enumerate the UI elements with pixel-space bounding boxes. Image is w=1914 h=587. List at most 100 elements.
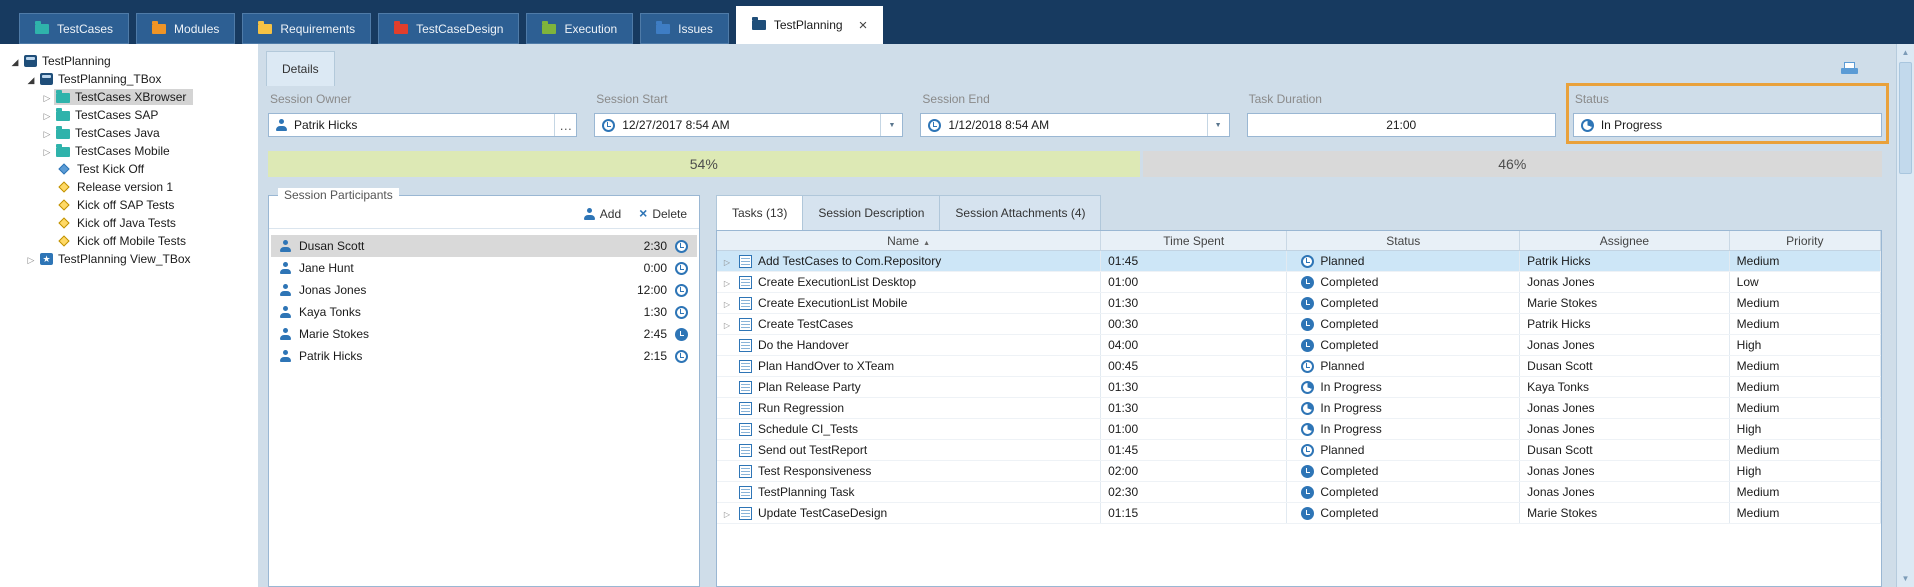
tree-expander-icon[interactable] [40,106,54,125]
add-participant-button[interactable]: Add [584,207,621,221]
session-start-dropdown-icon[interactable] [880,114,902,136]
task-row[interactable]: Create TestCases 00:30 Completed Patrik … [717,314,1881,335]
main-tab[interactable]: Modules [136,13,235,44]
tree-item[interactable]: TestPlanning [0,52,258,70]
tree-item[interactable]: TestCases Java [0,124,258,142]
delete-x-icon [639,207,647,221]
tree-item[interactable]: TestPlanning_TBox [0,70,258,88]
scrollbar-thumb[interactable] [1899,62,1912,174]
column-header-priority[interactable]: Priority [1730,231,1881,250]
participant-timer-icon [675,240,688,253]
scroll-up-icon[interactable] [1897,44,1914,61]
row-expander-icon[interactable] [721,296,733,310]
task-row[interactable]: Create ExecutionList Desktop 01:00 Compl… [717,272,1881,293]
column-header-assignee[interactable]: Assignee [1520,231,1730,250]
tree-node[interactable]: Kick off Mobile Tests [54,233,193,249]
tree-expander-icon[interactable] [40,124,54,143]
task-row[interactable]: Add TestCases to Com.Repository 01:45 Pl… [717,251,1881,272]
tree-item[interactable]: Test Kick Off [0,160,258,178]
task-row[interactable]: TestPlanning Task 02:30 Completed Jonas … [717,482,1881,503]
row-expander-icon[interactable] [721,275,733,289]
participant-row[interactable]: Kaya Tonks 1:30 [271,301,697,323]
vertical-scrollbar[interactable] [1896,44,1914,587]
tree-expander-icon[interactable] [8,52,22,71]
scroll-down-icon[interactable] [1897,570,1914,587]
tree-item[interactable]: Kick off Mobile Tests [0,232,258,250]
session-end-input[interactable]: 1/12/2018 8:54 AM [920,113,1229,137]
participant-row[interactable]: Dusan Scott 2:30 [271,235,697,257]
tasks-tab[interactable]: Session Description [803,195,940,231]
main-tab[interactable]: TestCaseDesign [378,13,519,44]
tree-node[interactable]: Kick off SAP Tests [54,197,181,213]
task-row[interactable]: Do the Handover 04:00 Completed Jonas Jo… [717,335,1881,356]
tree-expander-icon[interactable] [40,142,54,161]
status-icon [1301,255,1314,268]
main-tab[interactable]: Issues [640,13,729,44]
tree-item[interactable]: Kick off SAP Tests [0,196,258,214]
task-row[interactable]: Run Regression 01:30 In Progress Jonas J… [717,398,1881,419]
session-owner-input[interactable]: Patrik Hicks [268,113,577,137]
column-header-time-spent[interactable]: Time Spent [1101,231,1287,250]
participant-row[interactable]: Marie Stokes 2:45 [271,323,697,345]
task-assignee-cell: Patrik Hicks [1520,314,1730,334]
tasks-tab[interactable]: Session Attachments (4) [940,195,1101,231]
tree-node[interactable]: TestCases Java [54,125,167,141]
tree-node[interactable]: TestCases Mobile [54,143,177,159]
scrollbar-track[interactable] [1897,175,1914,570]
column-header-status[interactable]: Status [1287,231,1520,250]
task-row[interactable]: Send out TestReport 01:45 Planned Dusan … [717,440,1881,461]
tree-item[interactable]: TestCases Mobile [0,142,258,160]
task-row[interactable]: Plan Release Party 01:30 In Progress Kay… [717,377,1881,398]
main-tab[interactable]: TestPlanning [736,6,883,44]
owner-browse-button[interactable] [554,114,576,136]
tree-item[interactable]: TestCases SAP [0,106,258,124]
task-doc-icon [739,402,752,415]
participant-timer-icon [675,328,688,341]
row-expander-icon[interactable] [721,506,733,520]
row-expander-icon[interactable] [721,317,733,331]
tree-item[interactable]: Release version 1 [0,178,258,196]
session-start-input[interactable]: 12/27/2017 8:54 AM [594,113,903,137]
tab-details[interactable]: Details [266,51,335,86]
task-priority-cell: High [1730,419,1881,439]
progress-segment-left: 54% [268,151,1140,177]
row-expander-icon[interactable] [721,254,733,268]
tree-node[interactable]: TestPlanning [22,53,118,69]
tree-node[interactable]: TestPlanning_TBox [38,71,168,87]
column-header-name[interactable]: Name [717,231,1101,250]
participant-row[interactable]: Patrik Hicks 2:15 [271,345,697,367]
task-row[interactable]: Schedule CI_Tests 01:00 In Progress Jona… [717,419,1881,440]
task-duration-input[interactable]: 21:00 [1247,113,1556,137]
tree-node[interactable]: Kick off Java Tests [54,215,183,231]
main-tab[interactable]: Requirements [242,13,371,44]
session-end-dropdown-icon[interactable] [1207,114,1229,136]
print-icon[interactable] [1841,62,1858,77]
task-row[interactable]: Create ExecutionList Mobile 01:30 Comple… [717,293,1881,314]
main-tab[interactable]: TestCases [19,13,129,44]
status-icon [1301,444,1314,457]
task-row[interactable]: Test Responsiveness 02:00 Completed Jona… [717,461,1881,482]
participant-timer-icon [675,262,688,275]
task-row[interactable]: Plan HandOver to XTeam 00:45 Planned Dus… [717,356,1881,377]
tree-expander-icon[interactable] [24,250,38,269]
task-priority-cell: Medium [1730,314,1881,334]
tree-item[interactable]: Kick off Java Tests [0,214,258,232]
tree-node[interactable]: Test Kick Off [54,161,151,177]
status-input[interactable]: In Progress [1573,113,1882,137]
main-tab[interactable]: Execution [526,13,633,44]
participant-row[interactable]: Jane Hunt 0:00 [271,257,697,279]
participant-row[interactable]: Jonas Jones 12:00 [271,279,697,301]
tree-node[interactable]: TestCases XBrowser [54,89,193,105]
tree-expander-icon[interactable] [40,88,54,107]
tree-node[interactable]: TestCases SAP [54,107,165,123]
close-icon[interactable] [859,17,868,34]
tree-node[interactable]: TestPlanning View_TBox [38,251,198,267]
tree-item[interactable]: TestPlanning View_TBox [0,250,258,268]
tree-expander-icon[interactable] [24,70,38,89]
tree-item[interactable]: TestCases XBrowser [0,88,258,106]
delete-participant-button[interactable]: Delete [639,207,687,221]
tree-node[interactable]: Release version 1 [54,179,180,195]
tab-folder-icon [656,24,670,34]
tasks-tab[interactable]: Tasks (13) [716,195,803,231]
task-row[interactable]: Update TestCaseDesign 01:15 Completed Ma… [717,503,1881,524]
